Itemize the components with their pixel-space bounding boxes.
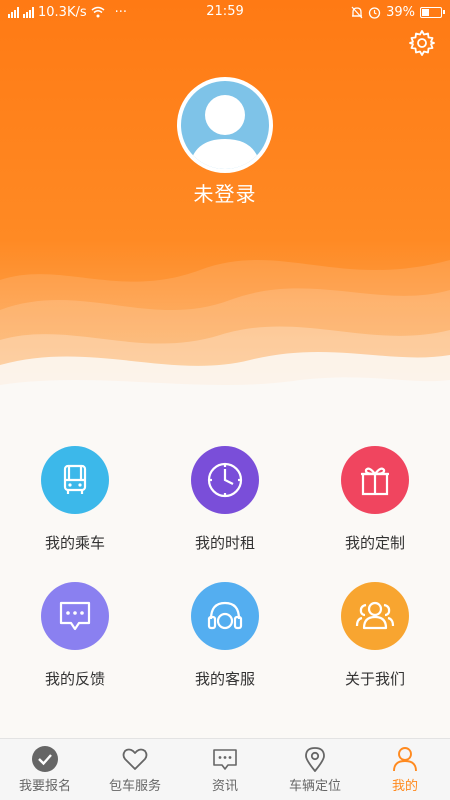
tab-charter[interactable]: 包车服务 [90,739,180,800]
clock-icon [191,446,259,514]
tab-label: 包车服务 [108,779,161,794]
wave-decoration [0,260,450,400]
gift-icon [341,446,409,514]
tab-signup[interactable]: 我要报名 [0,739,90,800]
menu-item-label: 我的时租 [194,534,255,552]
menu-item-label: 关于我们 [344,670,405,688]
menu-item-customer-service[interactable]: 我的客服 [150,582,300,702]
person-icon [393,747,417,772]
bottom-tab-bar: 我要报名 包车服务 资讯 车辆定位 我的 [0,738,450,800]
avatar[interactable] [177,77,273,173]
tab-label: 资讯 [211,779,238,794]
profile-header: 10.3K/s ··· 21:59 39% 未登录 [0,0,450,400]
default-user-icon [189,95,261,169]
chat-icon [41,582,109,650]
message-icon [213,749,237,770]
status-bar: 10.3K/s ··· 21:59 39% [0,0,450,24]
login-status-label[interactable]: 未登录 [0,178,450,207]
clock-time: 21:59 [206,4,244,19]
location-pin-icon [305,747,325,772]
check-circle-icon [32,746,58,772]
menu-item-my-rides[interactable]: 我的乘车 [0,446,150,566]
heart-icon [122,748,148,770]
menu-item-custom[interactable]: 我的定制 [300,446,450,566]
people-icon [341,582,409,650]
tab-label: 车辆定位 [288,779,341,794]
menu-item-about-us[interactable]: 关于我们 [300,582,450,702]
menu-item-feedback[interactable]: 我的反馈 [0,582,150,702]
menu-item-label: 我的客服 [194,670,255,688]
menu-item-label: 我的反馈 [44,670,105,688]
menu-item-label: 我的定制 [344,534,405,552]
menu-item-label: 我的乘车 [44,534,105,552]
tab-label: 我要报名 [18,779,71,794]
tab-vehicle-location[interactable]: 车辆定位 [270,739,360,800]
tab-news[interactable]: 资讯 [180,739,270,800]
tab-mine[interactable]: 我的 [360,739,450,800]
settings-gear-icon[interactable] [408,29,436,57]
bus-icon [41,446,109,514]
tab-label: 我的 [391,779,418,794]
menu-item-hourly-rental[interactable]: 我的时租 [150,446,300,566]
battery-icon [420,6,445,18]
headphones-icon [191,582,259,650]
